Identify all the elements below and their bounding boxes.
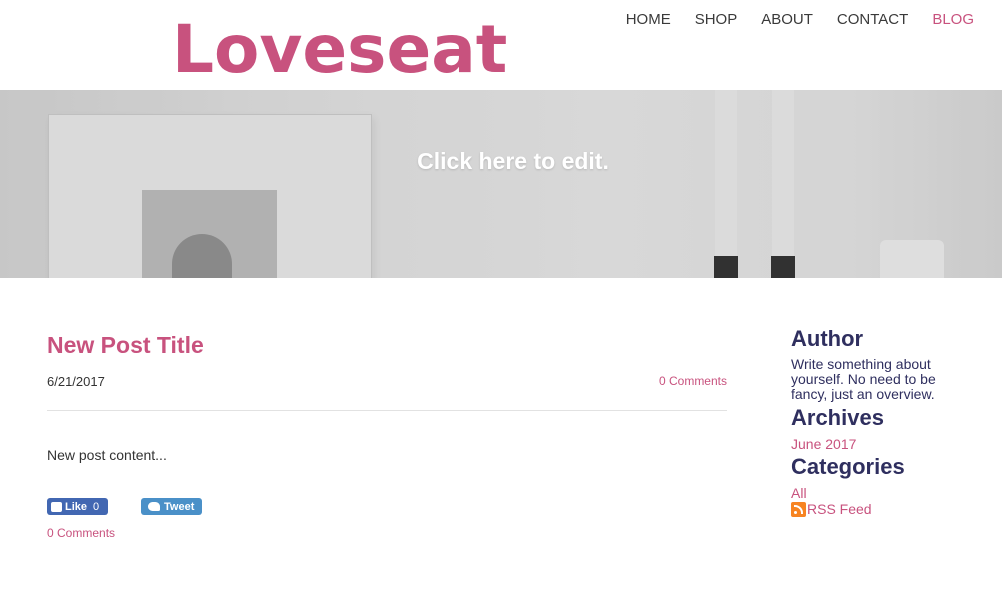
social-buttons: Like 0 Tweet bbox=[47, 498, 727, 517]
rss-feed-label: RSS Feed bbox=[807, 501, 872, 517]
banner-overlay bbox=[0, 90, 1002, 278]
post-content: New post content... bbox=[47, 447, 167, 463]
like-label: Like bbox=[65, 500, 88, 513]
banner-edit-text[interactable]: Click here to edit. bbox=[0, 148, 1002, 175]
tweet-button[interactable]: Tweet bbox=[141, 498, 202, 515]
rss-feed-link[interactable]: RSS Feed bbox=[791, 501, 971, 517]
author-heading: Author bbox=[791, 326, 864, 351]
main-nav: HOME SHOP ABOUT CONTACT BLOG bbox=[614, 11, 974, 29]
category-link-all[interactable]: All bbox=[791, 485, 971, 501]
site-header: Loveseat HOME SHOP ABOUT CONTACT BLOG bbox=[0, 0, 1002, 90]
post-title[interactable]: New Post Title bbox=[47, 330, 727, 360]
author-description: Write something about yourself. No need … bbox=[791, 356, 936, 402]
archives-heading: Archives bbox=[791, 405, 884, 430]
site-logo[interactable]: Loveseat bbox=[172, 8, 507, 92]
nav-about-link[interactable]: ABOUT bbox=[749, 11, 825, 29]
nav-contact-link[interactable]: CONTACT bbox=[825, 11, 920, 29]
post-date: 6/21/2017 bbox=[47, 374, 105, 389]
hero-banner[interactable]: Click here to edit. bbox=[0, 90, 1002, 278]
twitter-bird-icon bbox=[148, 502, 160, 511]
nav-blog-link[interactable]: BLOG bbox=[920, 11, 974, 29]
blog-post: New Post Title 6/21/2017 0 Comments New … bbox=[47, 330, 727, 540]
post-comments-link-top[interactable]: 0 Comments bbox=[659, 374, 727, 388]
post-comments-link-bottom[interactable]: 0 Comments bbox=[47, 526, 727, 540]
categories-heading: Categories bbox=[791, 454, 905, 479]
blog-sidebar: Author Write something about yourself. N… bbox=[791, 326, 971, 517]
thumbs-up-icon bbox=[51, 501, 62, 512]
rss-icon bbox=[791, 501, 806, 517]
nav-home-link[interactable]: HOME bbox=[614, 11, 683, 29]
nav-shop-link[interactable]: SHOP bbox=[683, 11, 750, 29]
tweet-label: Tweet bbox=[164, 500, 195, 513]
post-meta: 6/21/2017 0 Comments bbox=[47, 371, 727, 411]
facebook-like-button[interactable]: Like 0 bbox=[47, 498, 108, 515]
like-count: 0 bbox=[93, 500, 100, 513]
archive-link[interactable]: June 2017 bbox=[791, 436, 971, 452]
